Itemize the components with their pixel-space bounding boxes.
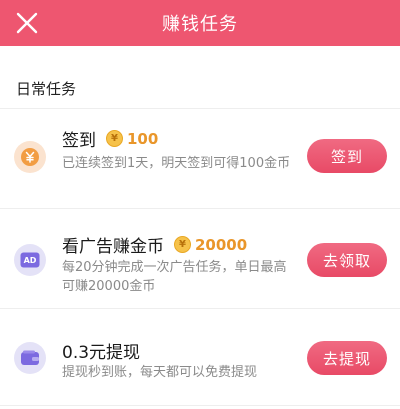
reward-badge: ¥ 100 (106, 130, 158, 148)
task-icon-signin (14, 141, 46, 173)
task-icon-ad: AD (14, 244, 46, 276)
close-button[interactable] (10, 6, 44, 40)
task-title-text: 0.3元提现 (62, 343, 141, 363)
task-item-watch-ad: AD 看广告赚金币 ¥ 20000 每20分钟完成一次广告任务，单日最高可赚20… (0, 208, 400, 308)
earn-money-tasks-page: 赚钱任务 日常任务 签到 ¥ 100 已连续签到1天，明天签到可得100金币 签… (0, 0, 400, 409)
wallet-icon (21, 350, 39, 365)
task-item-withdraw: 0.3元提现 提现秒到账，每天都可以免费提现 去提现 (0, 308, 400, 409)
task-title-signin: 签到 ¥ 100 (62, 126, 158, 152)
gold-coin-icon: ¥ (174, 236, 191, 253)
task-title-withdraw: 0.3元提现 (62, 338, 140, 363)
task-description: 每20分钟完成一次广告任务，单日最高可赚20000金币 (62, 260, 287, 294)
task-icon-withdraw (14, 342, 46, 374)
top-bar: 赚钱任务 (0, 0, 400, 46)
divider (0, 405, 400, 406)
reward-badge: ¥ 20000 (174, 236, 247, 254)
section-title-daily-tasks: 日常任务 (16, 80, 77, 98)
task-title-text: 看广告赚金币 (62, 237, 164, 257)
task-description: 已连续签到1天，明天签到可得100金币 (62, 156, 291, 171)
yuan-coin-icon (21, 148, 39, 166)
task-item-signin: 签到 ¥ 100 已连续签到1天，明天签到可得100金币 签到 (0, 108, 400, 208)
page-title: 赚钱任务 (162, 14, 238, 35)
signin-button[interactable]: 签到 (307, 139, 387, 173)
gold-coin-icon: ¥ (106, 130, 123, 147)
close-icon (16, 12, 38, 34)
ad-label: AD (23, 255, 37, 265)
task-title-watch-ad: 看广告赚金币 ¥ 20000 (62, 232, 247, 258)
task-title-text: 签到 (62, 131, 96, 151)
withdraw-button[interactable]: 去提现 (307, 341, 387, 375)
claim-button[interactable]: 去领取 (307, 243, 387, 277)
task-description: 提现秒到账，每天都可以免费提现 (62, 365, 258, 380)
reward-amount: 20000 (195, 235, 248, 254)
reward-amount: 100 (127, 129, 159, 148)
